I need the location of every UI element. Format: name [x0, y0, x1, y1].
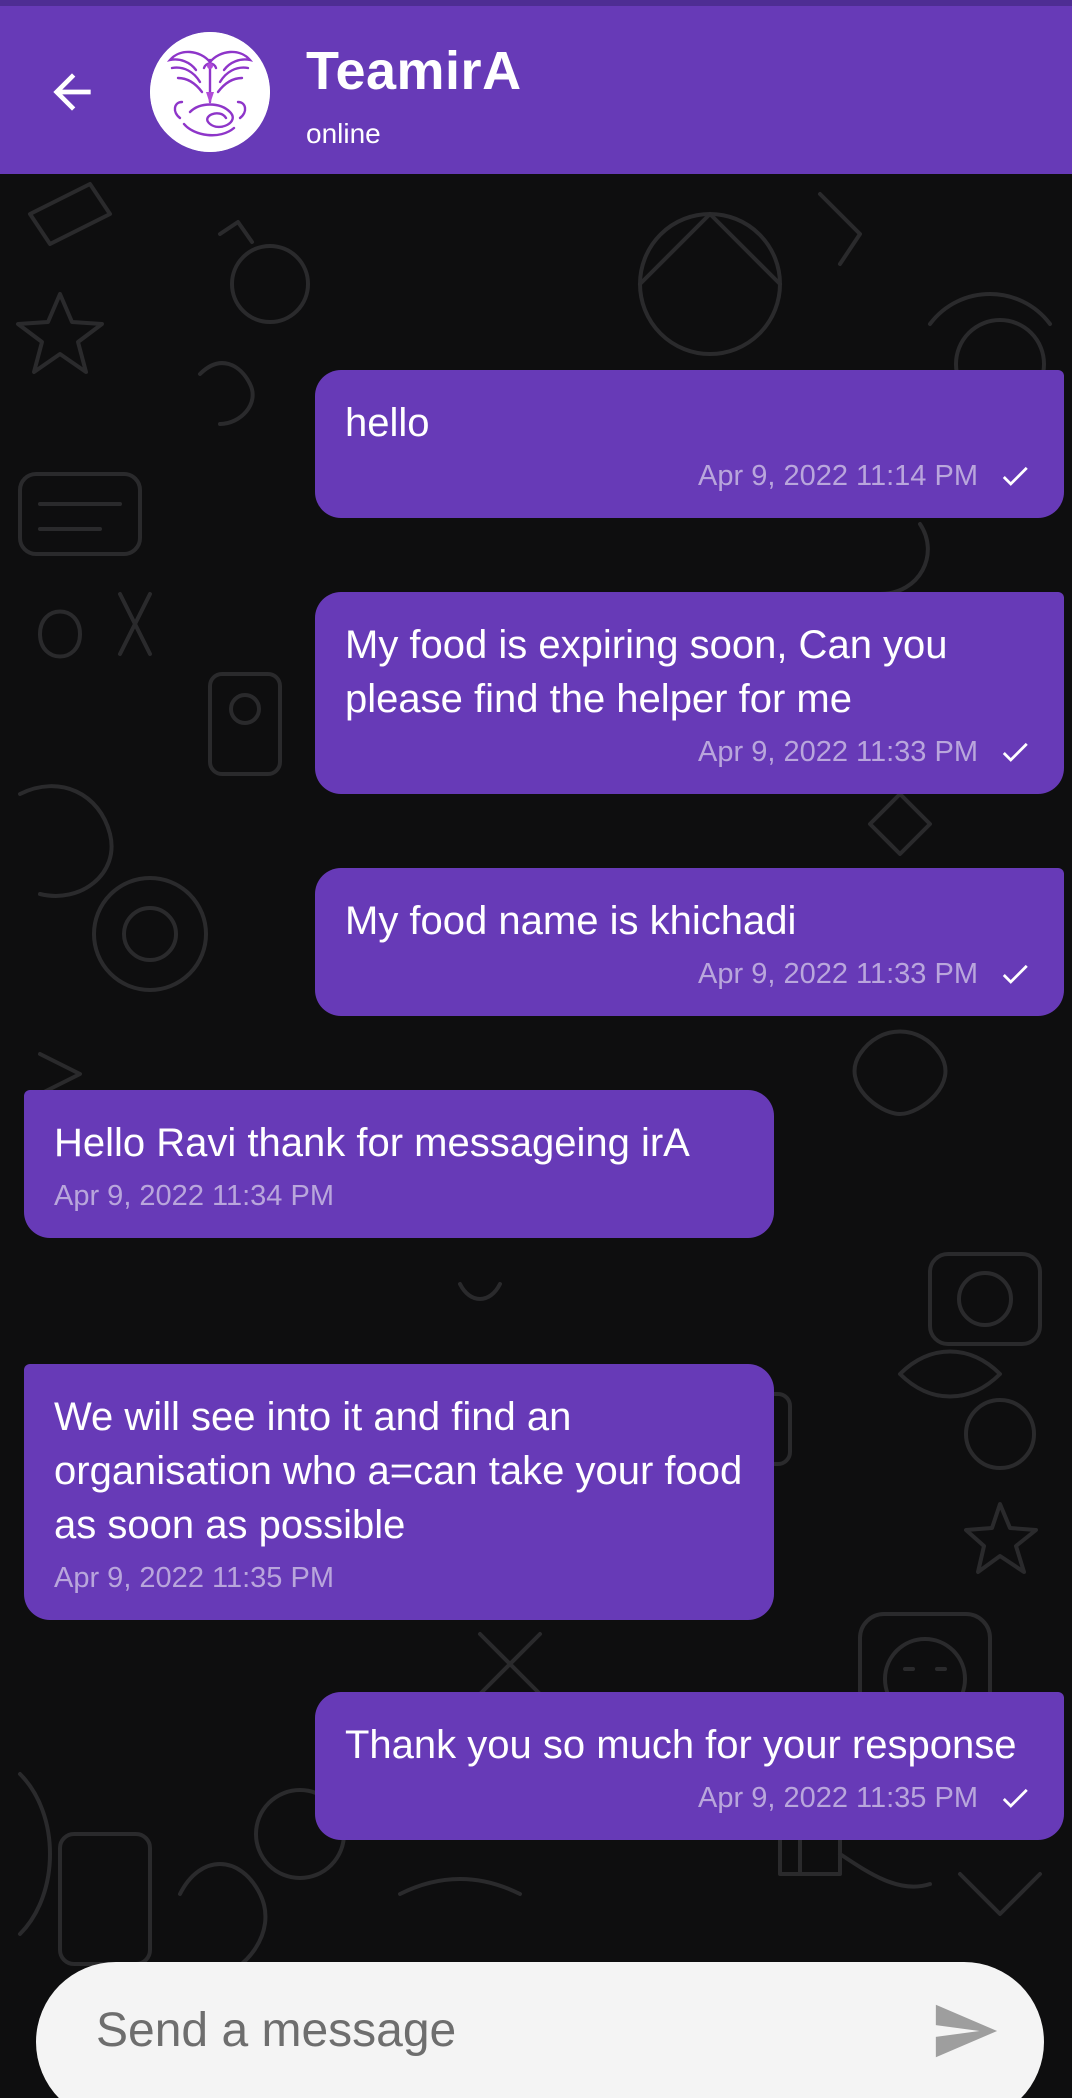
message-time: Apr 9, 2022 11:33 PM [698, 735, 978, 768]
message-time: Apr 9, 2022 11:34 PM [54, 1179, 334, 1212]
message-text: My food name is khichadi [345, 899, 797, 943]
message-bubble[interactable]: My food name is khichadi Apr 9, 2022 11:… [315, 868, 1064, 1016]
message-time: Apr 9, 2022 11:35 PM [54, 1561, 334, 1594]
message-meta: Apr 9, 2022 11:35 PM [54, 1556, 744, 1600]
message-meta: Apr 9, 2022 11:34 PM [54, 1174, 744, 1218]
message-bubble[interactable]: We will see into it and find an organisa… [24, 1364, 774, 1620]
check-icon [1002, 742, 1028, 762]
message-composer [36, 1962, 1044, 2098]
arrow-left-icon [53, 73, 91, 111]
message-bubble[interactable]: Hello Ravi thank for messageing irA Apr … [24, 1090, 774, 1238]
contact-status: online [306, 118, 381, 149]
message-bubble[interactable]: Thank you so much for your response Apr … [315, 1692, 1064, 1840]
chat-area[interactable]: hello Apr 9, 2022 11:14 PM My food is ex… [0, 174, 1072, 2098]
message-time: Apr 9, 2022 11:35 PM [698, 1781, 978, 1814]
message-time: Apr 9, 2022 11:33 PM [698, 957, 978, 990]
send-button[interactable] [920, 1986, 1010, 2076]
message-meta: Apr 9, 2022 11:14 PM [345, 454, 1034, 498]
message-text: We will see into it and find an organisa… [54, 1395, 743, 1547]
avatar[interactable] [150, 32, 270, 152]
check-icon [1002, 1788, 1028, 1808]
message-meta: Apr 9, 2022 11:33 PM [345, 730, 1034, 774]
message-meta: Apr 9, 2022 11:35 PM [345, 1776, 1034, 1820]
message-text: hello [345, 401, 430, 445]
message-text: Thank you so much for your response [345, 1723, 1017, 1767]
message-text: My food is expiring soon, Can you please… [345, 623, 948, 721]
message-bubble[interactable]: My food is expiring soon, Can you please… [315, 592, 1064, 794]
message-input[interactable] [96, 1990, 896, 2070]
message-meta: Apr 9, 2022 11:33 PM [345, 952, 1034, 996]
back-button[interactable] [36, 56, 108, 128]
contact-name: TeamirA [306, 41, 522, 101]
send-icon [935, 2004, 998, 2058]
message-time: Apr 9, 2022 11:14 PM [698, 459, 978, 492]
message-text: Hello Ravi thank for messageing irA [54, 1121, 690, 1165]
check-icon [1002, 964, 1028, 984]
message-bubble[interactable]: hello Apr 9, 2022 11:14 PM [315, 370, 1064, 518]
chat-header: TeamirA online [0, 6, 1072, 174]
check-icon [1002, 466, 1028, 486]
phoenix-logo [150, 32, 270, 152]
